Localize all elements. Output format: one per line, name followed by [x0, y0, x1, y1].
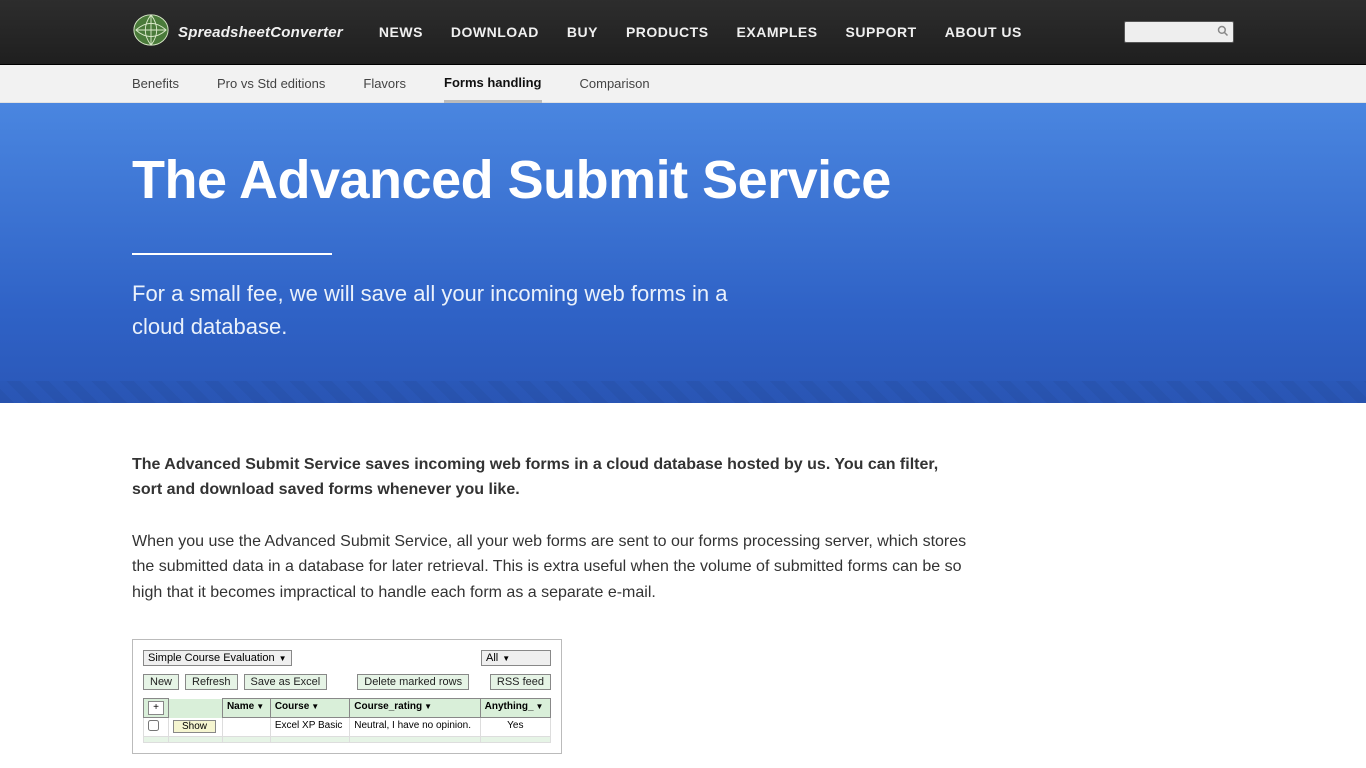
hero-divider — [132, 253, 332, 255]
delete-rows-button[interactable]: Delete marked rows — [357, 674, 469, 690]
subnav-comparison[interactable]: Comparison — [580, 65, 650, 102]
col-name[interactable]: Name▼ — [222, 699, 270, 718]
row-checkbox[interactable] — [148, 720, 159, 731]
logo[interactable]: SpreadsheetConverter — [132, 11, 343, 54]
new-button[interactable]: New — [143, 674, 179, 690]
search-icon — [1217, 25, 1229, 40]
nav-examples[interactable]: EXAMPLES — [737, 24, 818, 40]
chevron-down-icon: ▼ — [256, 702, 264, 711]
content: The Advanced Submit Service saves incomi… — [0, 403, 1100, 754]
nav-news[interactable]: NEWS — [379, 24, 423, 40]
chevron-down-icon: ▼ — [311, 702, 319, 711]
chevron-down-icon: ▼ — [536, 702, 544, 711]
nav-products[interactable]: PRODUCTS — [626, 24, 709, 40]
forms-panel: Simple Course Evaluation ▼ All ▼ New Ref… — [132, 639, 562, 754]
intro-text: The Advanced Submit Service saves incomi… — [132, 453, 968, 503]
nav-buy[interactable]: BUY — [567, 24, 598, 40]
chevron-down-icon: ▼ — [424, 702, 432, 711]
filter-select-value: All — [486, 652, 498, 664]
sub-nav: Benefits Pro vs Std editions Flavors For… — [0, 65, 1366, 103]
hero-subtitle: For a small fee, we will save all your i… — [132, 277, 752, 343]
primary-nav: NEWS DOWNLOAD BUY PRODUCTS EXAMPLES SUPP… — [379, 24, 1124, 40]
expand-all-button[interactable]: + — [148, 701, 164, 715]
nav-support[interactable]: SUPPORT — [846, 24, 917, 40]
show-button[interactable]: Show — [173, 720, 216, 733]
nav-download[interactable]: DOWNLOAD — [451, 24, 539, 40]
expand-column-header: + — [144, 699, 169, 718]
forms-table: + Name▼ Course▼ Course_rating▼ Anything_… — [143, 698, 551, 743]
chevron-down-icon: ▼ — [279, 654, 287, 663]
hero: The Advanced Submit Service For a small … — [0, 103, 1366, 403]
filter-select[interactable]: All ▼ — [481, 650, 551, 666]
search-button[interactable] — [1214, 23, 1232, 41]
cell-course: Excel XP Basic — [270, 718, 349, 737]
page-title: The Advanced Submit Service — [132, 149, 1234, 211]
cell-rating: Neutral, I have no opinion. — [350, 718, 480, 737]
form-select-value: Simple Course Evaluation — [148, 652, 275, 664]
top-bar: SpreadsheetConverter NEWS DOWNLOAD BUY P… — [0, 0, 1366, 65]
globe-icon — [132, 11, 170, 54]
cell-anything: Yes — [480, 718, 550, 737]
save-excel-button[interactable]: Save as Excel — [244, 674, 328, 690]
body-paragraph-1: When you use the Advanced Submit Service… — [132, 529, 968, 606]
col-course[interactable]: Course▼ — [270, 699, 349, 718]
subnav-pro-vs-std[interactable]: Pro vs Std editions — [217, 65, 325, 102]
search-wrap — [1124, 21, 1234, 43]
subnav-benefits[interactable]: Benefits — [132, 65, 179, 102]
subnav-flavors[interactable]: Flavors — [363, 65, 406, 102]
table-row — [144, 737, 551, 743]
nav-about[interactable]: ABOUT US — [945, 24, 1022, 40]
col-course-rating[interactable]: Course_rating▼ — [350, 699, 480, 718]
table-row: Show Excel XP Basic Neutral, I have no o… — [144, 718, 551, 737]
col-anything[interactable]: Anything_▼ — [480, 699, 550, 718]
rss-feed-button[interactable]: RSS feed — [490, 674, 551, 690]
chevron-down-icon: ▼ — [502, 654, 510, 663]
subnav-forms-handling[interactable]: Forms handling — [444, 65, 542, 103]
refresh-button[interactable]: Refresh — [185, 674, 238, 690]
logo-text: SpreadsheetConverter — [178, 24, 343, 41]
form-select[interactable]: Simple Course Evaluation ▼ — [143, 650, 292, 666]
